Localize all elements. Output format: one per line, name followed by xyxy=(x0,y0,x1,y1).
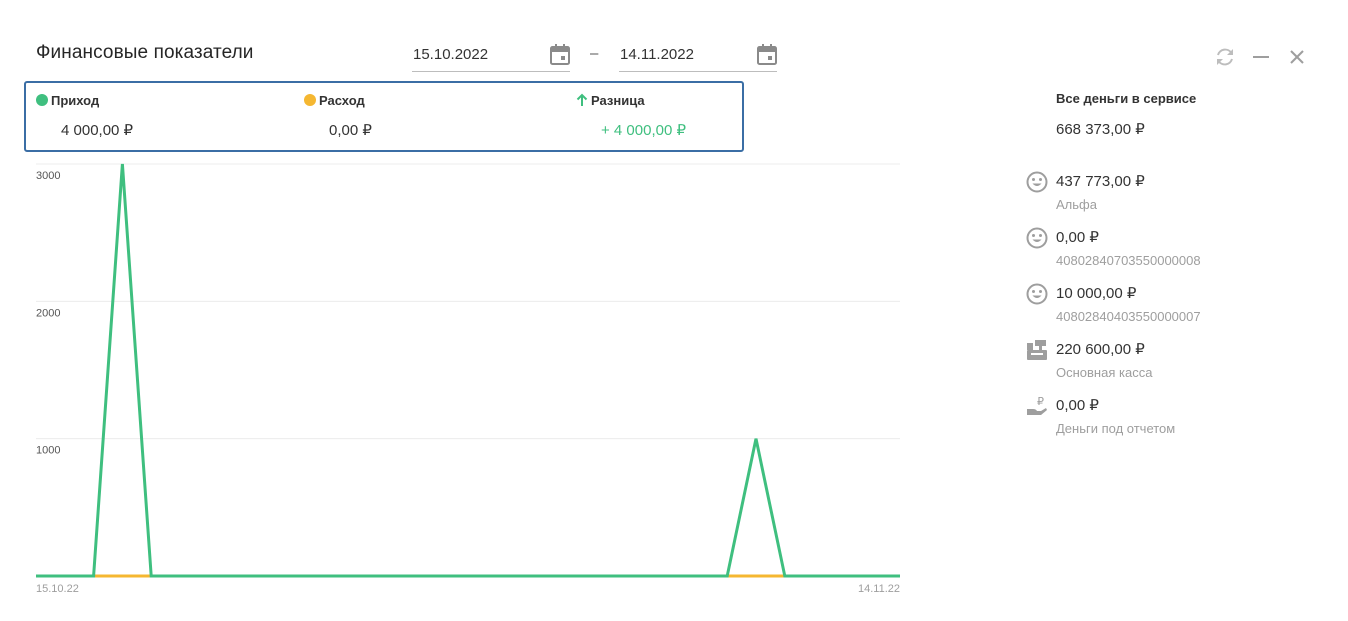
summary-panel: Приход 4 000,00 ₽ Расход 0,00 ₽ Разница … xyxy=(24,81,744,152)
y-tick-label: 3000 xyxy=(36,170,60,182)
svg-text:₽: ₽ xyxy=(1037,395,1044,408)
x-tick-label: 15.10.22 xyxy=(36,583,79,595)
all-money-total: 668 373,00 ₽ xyxy=(1056,121,1145,138)
cash-register-icon xyxy=(1027,340,1047,360)
account-amount: 0,00 ₽ xyxy=(1056,229,1099,246)
date-from-value: 15.10.2022 xyxy=(413,46,489,63)
account-amount: 0,00 ₽ xyxy=(1056,397,1099,414)
income-label: Приход xyxy=(51,93,100,108)
series-line-income xyxy=(36,163,900,578)
y-tick-label: 2000 xyxy=(36,307,60,319)
account-amount: 437 773,00 ₽ xyxy=(1056,173,1145,190)
account-name: 40802840403550000007 xyxy=(1056,309,1201,324)
all-money-heading: Все деньги в сервисе xyxy=(1056,91,1197,106)
x-tick-label: 14.11.22 xyxy=(858,583,900,595)
smiley-icon xyxy=(1026,227,1048,249)
account-amount: 10 000,00 ₽ xyxy=(1056,285,1137,302)
account-item-alfa[interactable]: 437 773,00 ₽ Альфа xyxy=(1026,171,1326,221)
income-dot-icon xyxy=(36,94,48,106)
expense-value: 0,00 ₽ xyxy=(329,122,372,139)
account-item-40802840703550000008[interactable]: 0,00 ₽ 40802840703550000008 xyxy=(1026,227,1326,277)
expense-label: Расход xyxy=(319,93,365,108)
diff-value: + 4 000,00 ₽ xyxy=(601,122,687,139)
account-name: Основная касса xyxy=(1056,365,1153,380)
account-amount: 220 600,00 ₽ xyxy=(1056,341,1145,358)
account-name: 40802840703550000008 xyxy=(1056,253,1201,268)
arrow-up-icon xyxy=(576,93,588,106)
account-item-accountable-money[interactable]: ₽ 0,00 ₽ Деньги под отчетом xyxy=(1026,395,1326,445)
diff-label: Разница xyxy=(591,93,645,108)
account-item-main-cash[interactable]: 220 600,00 ₽ Основная касса xyxy=(1026,339,1326,389)
account-item-40802840403550000007[interactable]: 10 000,00 ₽ 40802840403550000007 xyxy=(1026,283,1326,333)
expense-dot-icon xyxy=(304,94,316,106)
income-value: 4 000,00 ₽ xyxy=(61,122,134,139)
date-to-field[interactable]: 14.11.2022 xyxy=(619,40,777,72)
smiley-icon xyxy=(1026,171,1048,193)
finance-chart: 3000 2000 1000 15.10.22 14.11.22 xyxy=(36,163,900,595)
refresh-icon[interactable] xyxy=(1214,46,1236,68)
smiley-icon xyxy=(1026,283,1048,305)
date-from-field[interactable]: 15.10.2022 xyxy=(412,40,570,72)
close-icon[interactable] xyxy=(1286,46,1308,68)
account-name: Деньги под отчетом xyxy=(1056,421,1176,436)
date-to-value: 14.11.2022 xyxy=(620,46,694,63)
calendar-icon[interactable] xyxy=(757,44,777,66)
page-title: Финансовые показатели xyxy=(36,42,254,63)
minimize-icon[interactable] xyxy=(1250,46,1272,68)
y-tick-label: 1000 xyxy=(36,445,60,457)
account-name: Альфа xyxy=(1056,197,1097,212)
date-separator: – xyxy=(590,45,599,62)
calendar-icon[interactable] xyxy=(550,44,570,66)
money-hand-icon: ₽ xyxy=(1027,395,1047,415)
